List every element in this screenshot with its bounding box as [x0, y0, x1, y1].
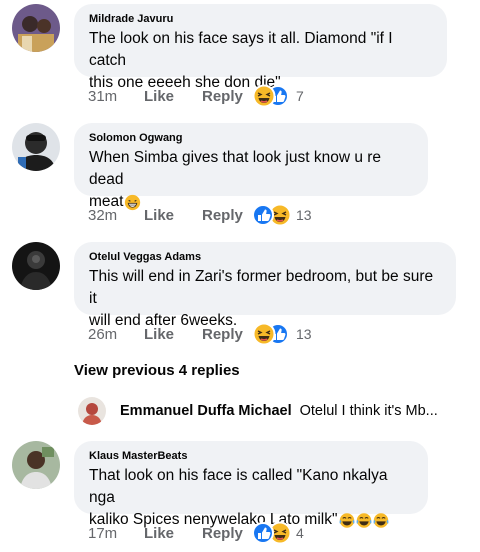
like-reaction-icon [252, 522, 274, 544]
like-button[interactable]: Like [144, 525, 202, 542]
reaction-count: 4 [296, 525, 304, 541]
reactions-summary[interactable]: 7 [252, 84, 304, 108]
reply-button[interactable]: Reply [202, 88, 246, 105]
comment-actions: 31m Like Reply 7 [88, 84, 304, 108]
like-button[interactable]: Like [144, 207, 202, 224]
avatar[interactable] [12, 123, 60, 171]
avatar[interactable] [12, 4, 60, 52]
reactions-summary[interactable]: 13 [252, 322, 312, 346]
comment-time[interactable]: 17m [88, 525, 144, 542]
comment-bubble: Solomon Ogwang When Simba gives that loo… [74, 123, 428, 210]
comment-bubble: Klaus MasterBeats That look on his face … [74, 441, 428, 528]
like-button[interactable]: Like [144, 88, 202, 105]
comment-time[interactable]: 26m [88, 326, 144, 343]
haha-reaction-icon [252, 84, 276, 108]
avatar[interactable] [78, 397, 106, 425]
comment-bubble: Otelul Veggas Adams This will end in Zar… [74, 242, 456, 329]
reply-author[interactable]: Emmanuel Duffa Michael [120, 403, 292, 419]
like-reaction-icon [252, 204, 274, 226]
comment-author[interactable]: Otelul Veggas Adams [89, 251, 441, 263]
reply-button[interactable]: Reply [202, 207, 246, 224]
comment-author[interactable]: Solomon Ogwang [89, 132, 413, 144]
reply-button[interactable]: Reply [202, 326, 246, 343]
comment-author[interactable]: Klaus MasterBeats [89, 450, 413, 462]
comment-bubble: Mildrade Javuru The look on his face say… [74, 4, 447, 91]
reaction-count: 7 [296, 88, 304, 104]
reply-text: Otelul I think it's Mb... [299, 403, 438, 419]
view-previous-replies-link[interactable]: View previous 4 replies [74, 362, 240, 379]
like-button[interactable]: Like [144, 326, 202, 343]
avatar[interactable] [12, 242, 60, 290]
nested-reply[interactable]: Emmanuel Duffa Michael Otelul I think it… [78, 396, 438, 426]
reply-button[interactable]: Reply [202, 525, 246, 542]
comment-time[interactable]: 31m [88, 88, 144, 105]
reaction-count: 13 [296, 207, 312, 223]
comment-author[interactable]: Mildrade Javuru [89, 13, 432, 25]
comment-actions: 17m Like Reply 4 [88, 521, 304, 545]
reaction-count: 13 [296, 326, 312, 342]
haha-reaction-icon [252, 322, 276, 346]
comment-actions: 26m Like Reply 13 [88, 322, 312, 346]
reactions-summary[interactable]: 4 [252, 521, 304, 545]
comment-time[interactable]: 32m [88, 207, 144, 224]
avatar[interactable] [12, 441, 60, 489]
reactions-summary[interactable]: 13 [252, 203, 312, 227]
comment-actions: 32m Like Reply 13 [88, 203, 312, 227]
tears-of-joy-emoji-icon [340, 512, 389, 528]
